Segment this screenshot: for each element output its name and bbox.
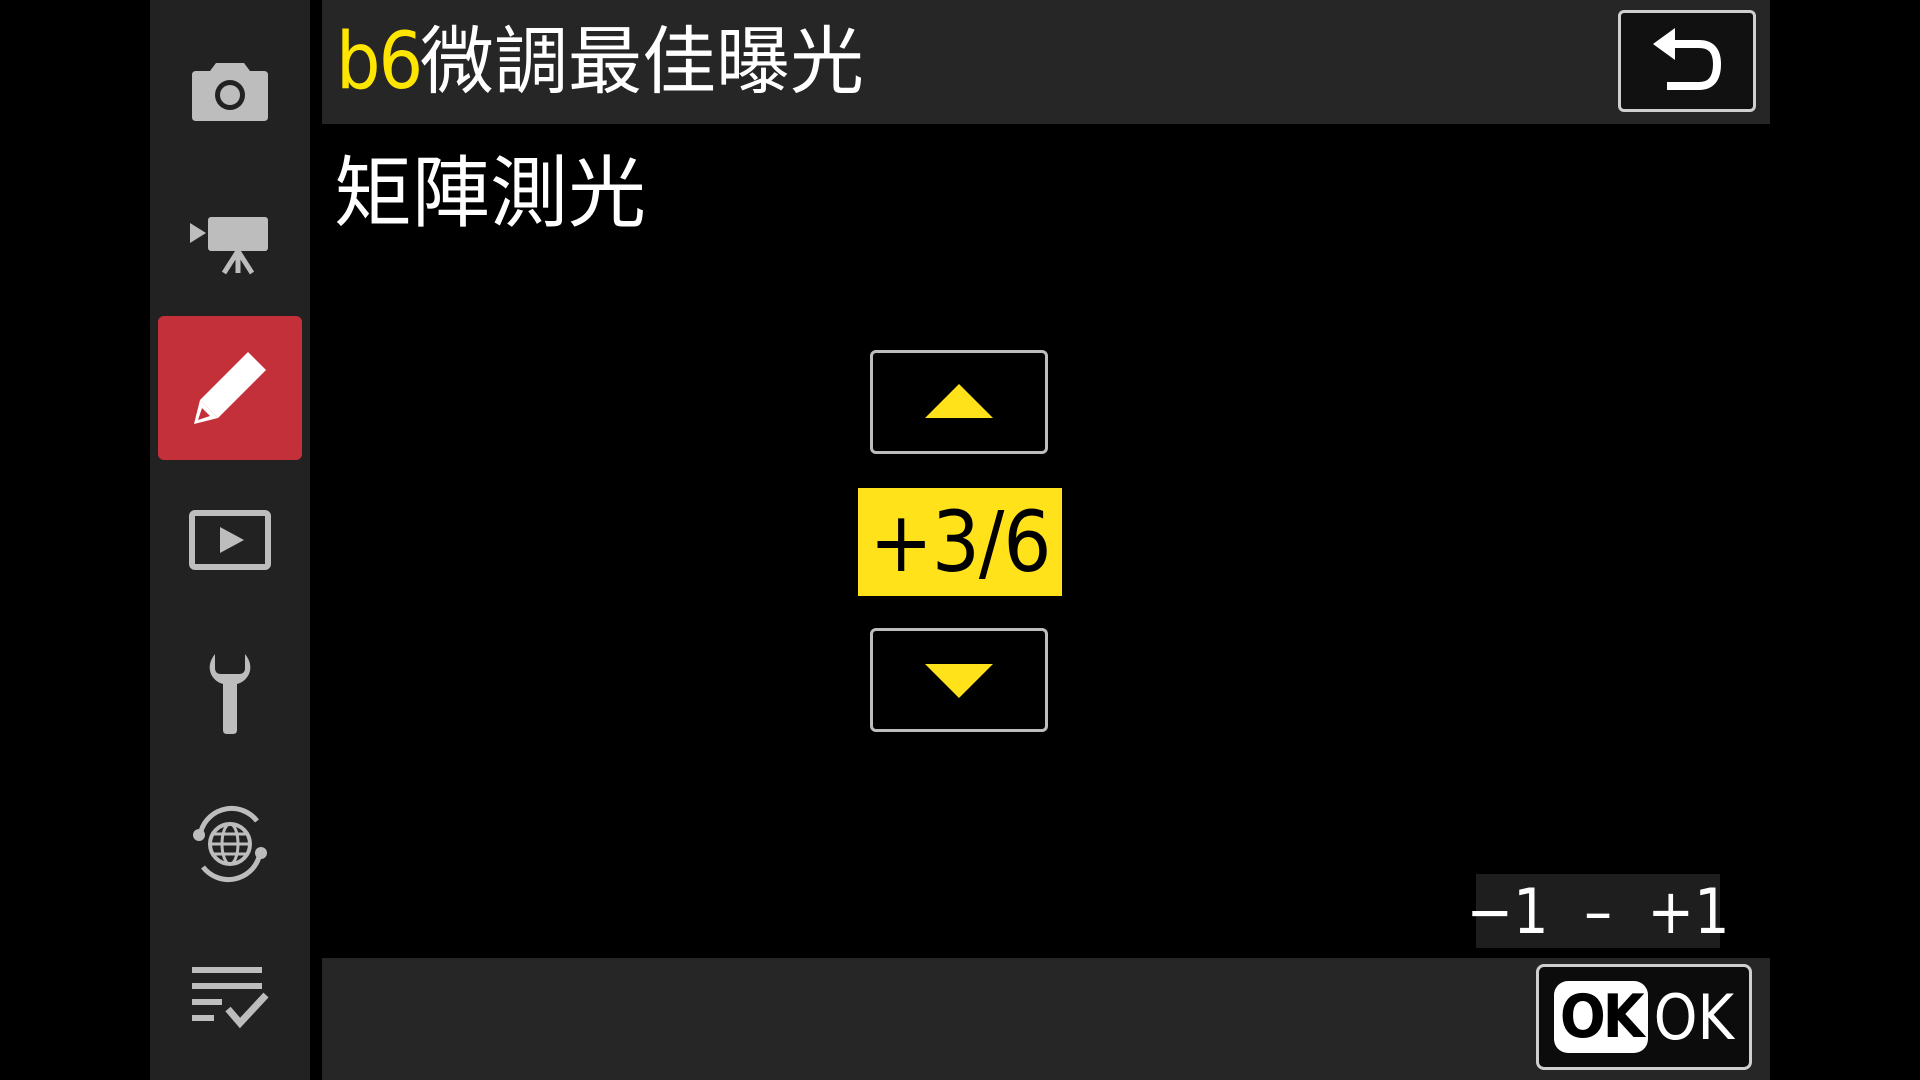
my-menu-checklist-icon [192, 967, 269, 1029]
decrease-button[interactable] [870, 628, 1048, 732]
increase-button[interactable] [870, 350, 1048, 454]
return-arrow-icon [1653, 28, 1722, 90]
camera-menu-screen: b6 微調最佳曝光 矩陣測光 +3/6 −1 – +1 OK OK [0, 0, 1920, 1080]
page-title: 微調最佳曝光 [420, 19, 864, 105]
ok-label: OK [1653, 980, 1735, 1054]
sidebar-item-network[interactable] [158, 772, 302, 916]
sidebar-item-photo-shooting[interactable] [158, 18, 302, 162]
ok-badge-icon: OK [1553, 981, 1648, 1053]
network-globe-icon [193, 805, 267, 883]
pencil-icon [194, 352, 266, 424]
movie-camera-icon [190, 217, 268, 275]
metering-mode-label: 矩陣測光 [334, 149, 647, 239]
menu-sidebar [150, 0, 310, 1080]
sidebar-item-playback[interactable] [158, 468, 302, 612]
sidebar-item-movie-shooting[interactable] [158, 170, 302, 314]
sidebar-item-setup[interactable] [158, 620, 302, 764]
back-button[interactable] [1618, 10, 1756, 112]
wrench-icon [209, 654, 251, 734]
value-range: −1 – +1 [1466, 874, 1730, 948]
fine-tune-value[interactable]: +3/6 [858, 488, 1062, 596]
camera-icon [192, 63, 268, 121]
playback-icon [189, 510, 271, 570]
sidebar-item-my-menu[interactable] [158, 926, 302, 1070]
menu-header: b6 微調最佳曝光 [322, 0, 1770, 124]
sidebar-item-custom-settings[interactable] [158, 316, 302, 460]
triangle-down-icon [925, 664, 993, 698]
ok-button[interactable]: OK OK [1536, 964, 1752, 1070]
triangle-up-icon [925, 384, 993, 418]
menu-item-code: b6 [336, 17, 423, 107]
